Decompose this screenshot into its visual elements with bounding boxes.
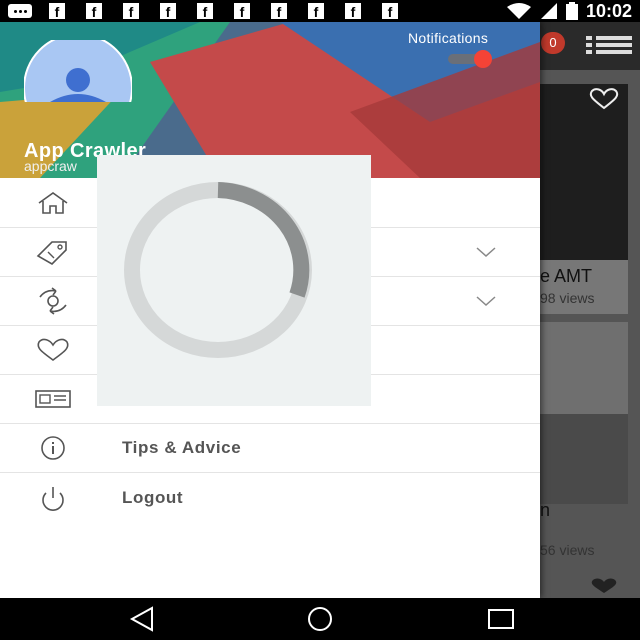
facebook-icon: f (304, 3, 328, 20)
system-nav-bar (0, 598, 640, 640)
background-card-image (540, 414, 628, 504)
clock: 10:02 (585, 0, 632, 21)
signal-icon (540, 3, 557, 19)
facebook-icon: f (378, 3, 402, 20)
recents-icon[interactable] (486, 606, 516, 632)
back-icon[interactable] (128, 606, 158, 632)
exchange-icon (34, 286, 72, 316)
user-email: appcraw (24, 158, 77, 174)
wifi-icon (506, 3, 531, 19)
info-icon (34, 433, 72, 463)
card-title: n (540, 500, 551, 520)
notification-badge: 0 (541, 32, 565, 54)
screen: f f f f f f f f f f 10:02 0 e AMT 98 vie… (0, 0, 640, 640)
heart-icon (34, 335, 72, 365)
system-status: 10:02 (506, 1, 632, 22)
facebook-icon: f (82, 3, 106, 20)
loading-dialog (97, 155, 371, 406)
background-card-image (540, 84, 628, 260)
chevron-down-icon[interactable] (476, 246, 496, 258)
status-bar: f f f f f f f f f f 10:02 (0, 0, 640, 22)
facebook-icon: f (267, 3, 291, 20)
facebook-icon: f (341, 3, 365, 20)
card-views: 56 views (540, 542, 595, 558)
battery-icon (565, 2, 578, 20)
menu-item-tips-advice[interactable]: Tips & Advice (0, 424, 540, 473)
menu-item-logout[interactable]: Logout (0, 473, 540, 522)
facebook-icon: f (45, 3, 69, 20)
menu-item-label: Tips & Advice (122, 438, 242, 457)
card-title: e AMT (540, 266, 593, 286)
message-icon (8, 3, 32, 19)
tag-icon (34, 237, 72, 267)
home-icon (34, 188, 72, 218)
avatar[interactable] (24, 40, 132, 102)
list-menu-icon (586, 36, 632, 54)
power-icon (34, 483, 72, 513)
heart-outline-icon (589, 88, 619, 110)
heart-icon (591, 578, 617, 593)
loading-spinner (124, 182, 312, 358)
background-card (540, 322, 628, 414)
notifications-label: Notifications (408, 30, 489, 46)
card-views: 98 views (540, 290, 595, 306)
chevron-down-icon[interactable] (476, 295, 496, 307)
facebook-icon: f (119, 3, 143, 20)
facebook-icon: f (193, 3, 217, 20)
home-circle-icon[interactable] (305, 606, 335, 632)
notifications-toggle[interactable] (446, 50, 498, 68)
news-icon (34, 384, 72, 414)
facebook-icon: f (230, 3, 254, 20)
menu-item-label: Logout (122, 487, 184, 507)
facebook-icon: f (156, 3, 180, 20)
